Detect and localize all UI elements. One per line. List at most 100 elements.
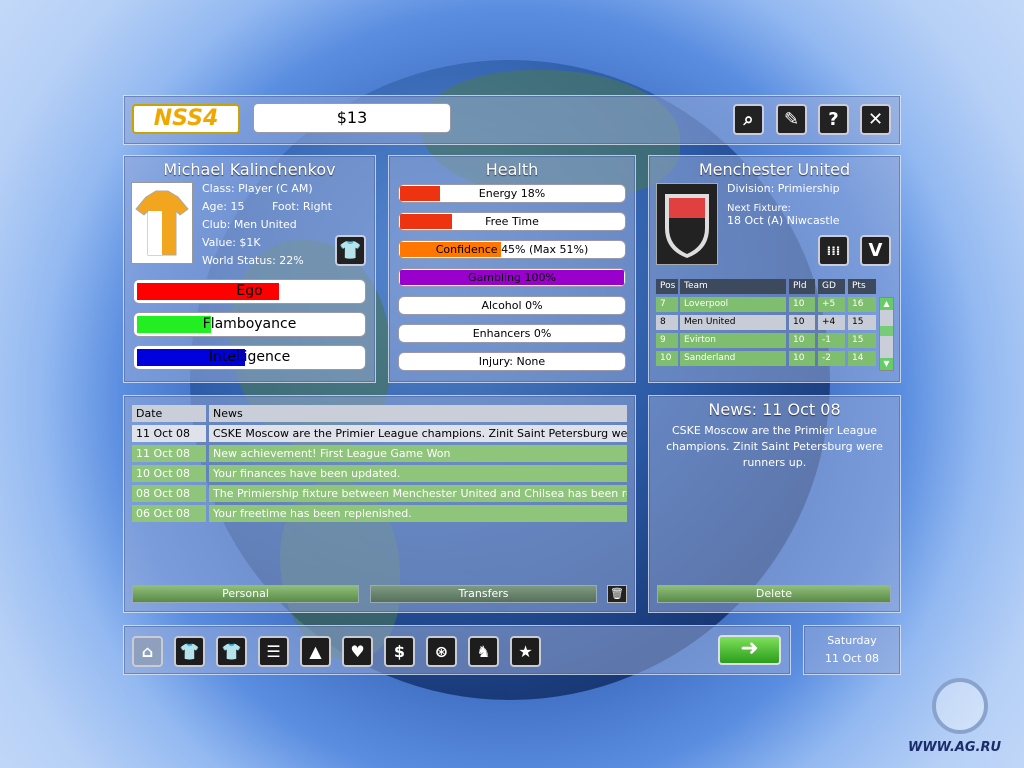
health-label: Enhancers 0% [472, 327, 552, 340]
wrench-icon: ✎ [783, 109, 800, 130]
table-cell: 10 [789, 315, 815, 330]
transfers-tab[interactable]: Transfers [370, 585, 597, 603]
dollar-icon: $ [393, 642, 406, 661]
table-cell: 9 [656, 333, 678, 348]
player-world-status: World Status: 22% [202, 254, 304, 267]
health-label: Gambling 100% [468, 271, 556, 284]
table-cell: 10 [789, 351, 815, 366]
news-header-date: Date [132, 405, 206, 422]
squad-button[interactable]: ⁞⁞⁞ [818, 235, 849, 266]
health-bar-4: Alcohol 0% [398, 296, 626, 315]
table-cell: 15 [848, 315, 876, 330]
next-fixture: 18 Oct (A) Niwcastle [727, 214, 840, 227]
player-age: Age: 15 [202, 200, 245, 213]
trait-label: Intelligence [208, 349, 291, 365]
grid-icon: ⁞⁞⁞ [826, 243, 841, 258]
health-bar-0: Energy 18% [398, 184, 626, 203]
finance-button[interactable]: $ [384, 636, 415, 667]
player-club: Club: Men United [202, 218, 297, 231]
health-label: Free Time [485, 215, 539, 228]
horse-icon: ♞ [476, 642, 491, 661]
team-button[interactable]: 👕 [216, 636, 247, 667]
watermark-text: WWW.AG.RU [908, 740, 1002, 755]
news-row-text[interactable]: The Primiership fixture between Menchest… [209, 485, 627, 502]
club-name: Menchester United [698, 160, 851, 179]
achievements-button[interactable]: ★ [510, 636, 541, 667]
table-cell: Evirton [680, 333, 786, 348]
delete-button[interactable]: Delete [657, 585, 891, 603]
money-display: $13 [253, 103, 451, 133]
news-row-text[interactable]: Your freetime has been replenished. [209, 505, 627, 522]
versus-label: V [868, 240, 883, 261]
table-cell: Loverpool [680, 297, 786, 312]
shirt-icon: 👕 [339, 240, 362, 261]
watermark-logo [932, 678, 988, 734]
relationships-button[interactable]: ♥ [342, 636, 373, 667]
table-header-pld: Pld [789, 279, 815, 294]
news-row-date[interactable]: 10 Oct 08 [132, 465, 206, 482]
news-row-date[interactable]: 11 Oct 08 [132, 425, 206, 442]
question-icon: ? [828, 109, 839, 130]
table-header-pts: Pts [848, 279, 876, 294]
health-title: Health [485, 160, 539, 179]
club-division: Division: Primiership [727, 182, 840, 195]
table-header-pos: Pos [656, 279, 678, 294]
lifestyle-button[interactable]: ♞ [468, 636, 499, 667]
continue-button[interactable]: ➜ [718, 635, 781, 665]
player-name: Michael Kalinchenkov [163, 160, 336, 179]
close-button[interactable]: ✕ [860, 104, 891, 135]
close-icon: ✕ [867, 109, 884, 130]
table-cell: 10 [789, 333, 815, 348]
table-header-gd: GD [818, 279, 845, 294]
bank-button[interactable]: ⊛ [426, 636, 457, 667]
table-cell: -1 [818, 333, 845, 348]
news-row-date[interactable]: 11 Oct 08 [132, 445, 206, 462]
table-header-team: Team [680, 279, 786, 294]
health-label: Energy 18% [478, 187, 546, 200]
scroll-down-icon[interactable]: ▼ [880, 358, 893, 370]
news-row-text[interactable]: Your finances have been updated. [209, 465, 627, 482]
player-shirt-icon [131, 182, 193, 264]
health-bar-5: Enhancers 0% [398, 324, 626, 343]
cone-icon: ▲ [309, 642, 322, 661]
player-button[interactable]: 👕 [174, 636, 205, 667]
search-button[interactable]: ⌕ [733, 104, 764, 135]
list-button[interactable]: ☰ [258, 636, 289, 667]
list-icon: ☰ [266, 642, 281, 661]
training-button[interactable]: ▲ [300, 636, 331, 667]
table-cell: Men United [680, 315, 786, 330]
home-button[interactable]: ⌂ [132, 636, 163, 667]
news-header-text: News [209, 405, 627, 422]
help-button[interactable]: ? [818, 104, 849, 135]
player-foot: Foot: Right [272, 200, 332, 213]
table-cell: +5 [818, 297, 845, 312]
news-row-date[interactable]: 08 Oct 08 [132, 485, 206, 502]
scroll-up-icon[interactable]: ▲ [880, 298, 893, 310]
date-value: 11 Oct 08 [824, 652, 879, 665]
trait-bar-ego: Ego [133, 279, 366, 304]
news-row-date[interactable]: 06 Oct 08 [132, 505, 206, 522]
league-scrollbar[interactable]: ▲ ▼ [879, 297, 894, 371]
table-cell: 10 [789, 297, 815, 312]
star-icon: ★ [518, 642, 533, 661]
news-detail-body: CSKE Moscow are the Primier League champ… [666, 424, 883, 469]
scroll-thumb[interactable] [880, 326, 893, 336]
news-row-text[interactable]: New achievement! First League Game Won [209, 445, 627, 462]
shirts-icon: 👕 [221, 642, 242, 661]
home-icon: ⌂ [141, 642, 154, 661]
search-icon: ⌕ [743, 109, 754, 130]
player-value: Value: $1K [202, 236, 261, 249]
table-cell: 15 [848, 333, 876, 348]
shirt-icon: 👕 [179, 642, 200, 661]
table-cell: 7 [656, 297, 678, 312]
player-kit-button[interactable]: 👕 [335, 235, 366, 266]
table-cell: 10 [656, 351, 678, 366]
table-cell: -2 [818, 351, 845, 366]
news-row-text[interactable]: CSKE Moscow are the Primier League champ… [209, 425, 627, 442]
personal-tab[interactable]: Personal [132, 585, 359, 603]
heart-icon: ♥ [350, 642, 365, 661]
trait-bar-intelligence: Intelligence [133, 345, 366, 370]
settings-button[interactable]: ✎ [776, 104, 807, 135]
trash-button[interactable]: 🗑 [607, 585, 627, 603]
versus-button[interactable]: V [860, 235, 891, 266]
